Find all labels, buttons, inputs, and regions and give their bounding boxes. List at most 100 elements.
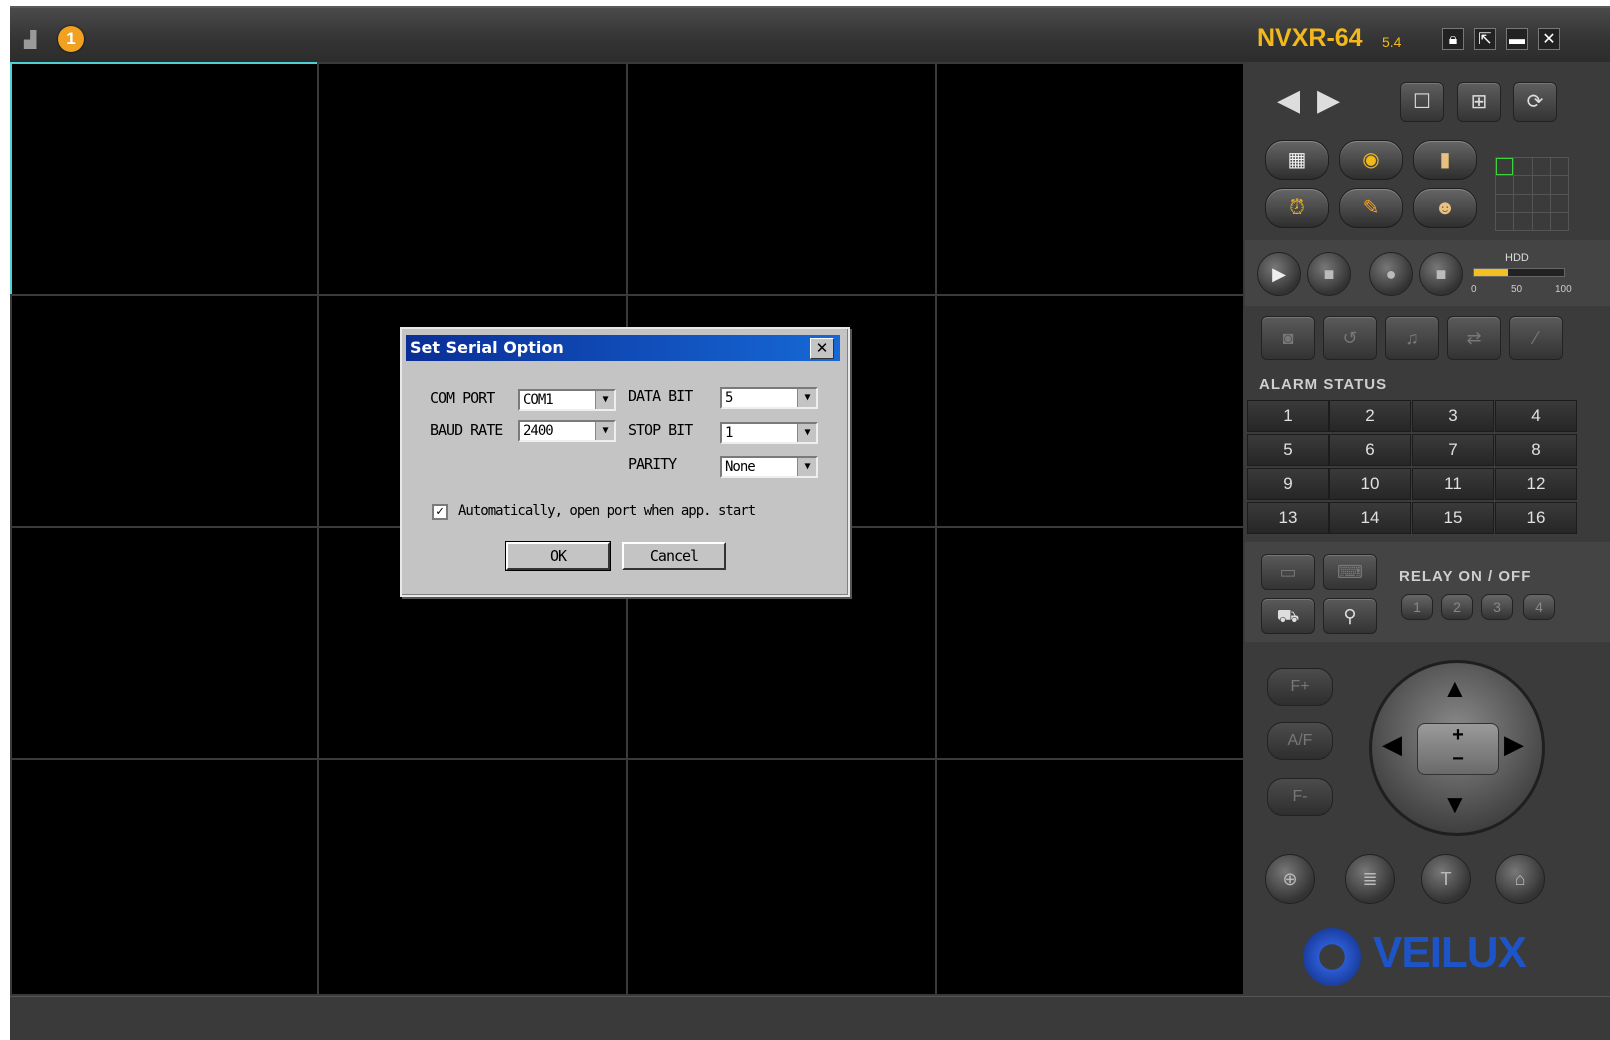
auto-open-checkbox[interactable]: ✓ [432,504,448,520]
layout-mini-grid[interactable] [1495,157,1569,231]
zoom-control: + − [1417,723,1499,775]
dialog-close-icon[interactable]: ✕ [810,338,834,359]
stop-button[interactable]: ■ [1307,252,1351,296]
zoom-out-icon[interactable]: − [1418,748,1498,771]
menu-button[interactable]: ≣ [1345,854,1395,904]
camera-cell[interactable] [935,758,1245,996]
ptz-right-icon[interactable]: ▶ [1504,729,1524,760]
alarm-channel[interactable]: 2 [1329,400,1411,432]
zoom-in-icon[interactable]: + [1418,724,1498,747]
alarm-channel[interactable]: 15 [1412,502,1494,534]
parity-value: None [725,459,756,475]
chevron-down-icon[interactable]: ▼ [797,458,816,476]
alarm-channel[interactable]: 8 [1495,434,1577,466]
camera-cell[interactable] [317,62,628,296]
autofocus-button[interactable]: A/F [1267,722,1333,760]
arrow-left-icon[interactable]: ◀ [1277,86,1300,116]
alarm-channel[interactable]: 5 [1247,434,1329,466]
com-port-select[interactable]: COM1 ▼ [518,389,616,411]
tour-button[interactable]: T [1421,854,1471,904]
chevron-down-icon[interactable]: ▼ [595,422,614,440]
sequence-view-button[interactable]: ⟳ [1513,82,1557,122]
switch-button[interactable]: ⇄ [1447,316,1501,360]
camera-cell[interactable] [10,294,319,528]
record-button[interactable]: ● [1369,252,1413,296]
edit-tool-button[interactable]: ⁄ [1509,316,1563,360]
ptz-up-icon[interactable]: ▲ [1442,673,1468,704]
parity-select[interactable]: None ▼ [720,456,818,478]
alarm-channel[interactable]: 10 [1329,468,1411,500]
stop-bit-label: STOP BIT [628,421,693,439]
stop-bit-select[interactable]: 1 ▼ [720,422,818,444]
relay-button[interactable]: 4 [1523,594,1555,620]
camera-cell[interactable] [935,526,1245,760]
minimize-icon[interactable]: ▬ [1506,28,1528,50]
add-preset-button[interactable]: ⊕ [1265,854,1315,904]
camera-cell[interactable] [626,62,937,296]
relay-button[interactable]: 1 [1401,594,1433,620]
close-icon[interactable]: ✕ [1538,28,1560,50]
camera-cell[interactable] [10,62,319,296]
focus-minus-button[interactable]: F- [1267,778,1333,816]
audio-button[interactable]: ♫ [1385,316,1439,360]
brand-title: NVXR-64 [1257,24,1363,52]
alarm-channel[interactable]: 6 [1329,434,1411,466]
play-button[interactable]: ▶ [1257,252,1301,296]
ptz-down-icon[interactable]: ▼ [1442,789,1468,820]
alarm-channel[interactable]: 7 [1412,434,1494,466]
checkmark-icon: ✓ [436,504,444,519]
alarm-channel[interactable]: 16 [1495,502,1577,534]
lock-icon[interactable]: 🔒︎ [1442,28,1464,50]
ok-button[interactable]: OK [505,541,611,571]
focus-plus-button[interactable]: F+ [1267,668,1333,706]
monitor-button[interactable]: ▭ [1261,554,1315,590]
chevron-down-icon[interactable]: ▼ [797,424,816,442]
com-port-label: COM PORT [430,389,495,407]
capture-button[interactable]: ◙ [1261,316,1315,360]
record-stop-button[interactable]: ■ [1419,252,1463,296]
quad-view-button[interactable]: ⊞ [1457,82,1501,122]
relay-button[interactable]: 3 [1481,594,1513,620]
cancel-button[interactable]: Cancel [622,542,726,570]
camera-cell[interactable] [935,62,1245,296]
camera-cell[interactable] [10,758,319,996]
map-button[interactable]: ⛟ [1261,598,1315,634]
camera-snapshot-button[interactable]: ◉ [1339,140,1403,180]
data-bit-select[interactable]: 5 ▼ [720,387,818,409]
alarm-channel[interactable]: 12 [1495,468,1577,500]
alarm-channel[interactable]: 1 [1247,400,1329,432]
grid-layout-button[interactable]: ▦ [1265,140,1329,180]
alarm-clock-button[interactable]: ⏰︎ [1265,188,1329,228]
baud-rate-select[interactable]: 2400 ▼ [518,420,616,442]
keyboard-button[interactable]: ⌨ [1323,554,1377,590]
archive-button[interactable]: ▮ [1413,140,1477,180]
alert-badge[interactable]: 1 [58,26,84,52]
auto-open-label: Automatically, open port when app. start [458,503,756,519]
alarm-channel[interactable]: 13 [1247,502,1329,534]
alarm-channel[interactable]: 4 [1495,400,1577,432]
veilux-logo-mark [1303,928,1361,986]
camera-cell[interactable] [317,758,628,996]
camera-cell[interactable] [10,526,319,760]
restore-icon[interactable]: ⇱ [1474,28,1496,50]
users-button[interactable]: ☻ [1413,188,1477,228]
arrow-right-icon[interactable]: ▶ [1317,86,1340,116]
single-view-button[interactable]: ☐ [1400,82,1444,122]
alarm-channel[interactable]: 11 [1412,468,1494,500]
relay-button[interactable]: 2 [1441,594,1473,620]
serial-option-dialog: Set Serial Option ✕ COM PORT COM1 ▼ BAUD… [400,327,850,597]
refresh-button[interactable]: ↺ [1323,316,1377,360]
camera-cell[interactable] [935,294,1245,528]
chevron-down-icon[interactable]: ▼ [797,389,816,407]
hdd-usage-bar [1473,268,1565,277]
alarm-channel[interactable]: 14 [1329,502,1411,534]
version-label: 5.4 [1382,34,1402,50]
search-icon[interactable]: ⚲ [1323,598,1377,634]
alarm-channel[interactable]: 9 [1247,468,1329,500]
edit-button[interactable]: ✎ [1339,188,1403,228]
camera-cell[interactable] [626,758,937,996]
alarm-channel[interactable]: 3 [1412,400,1494,432]
ptz-left-icon[interactable]: ◀ [1382,729,1402,760]
home-icon[interactable]: ⌂ [1495,854,1545,904]
chevron-down-icon[interactable]: ▼ [595,391,614,409]
